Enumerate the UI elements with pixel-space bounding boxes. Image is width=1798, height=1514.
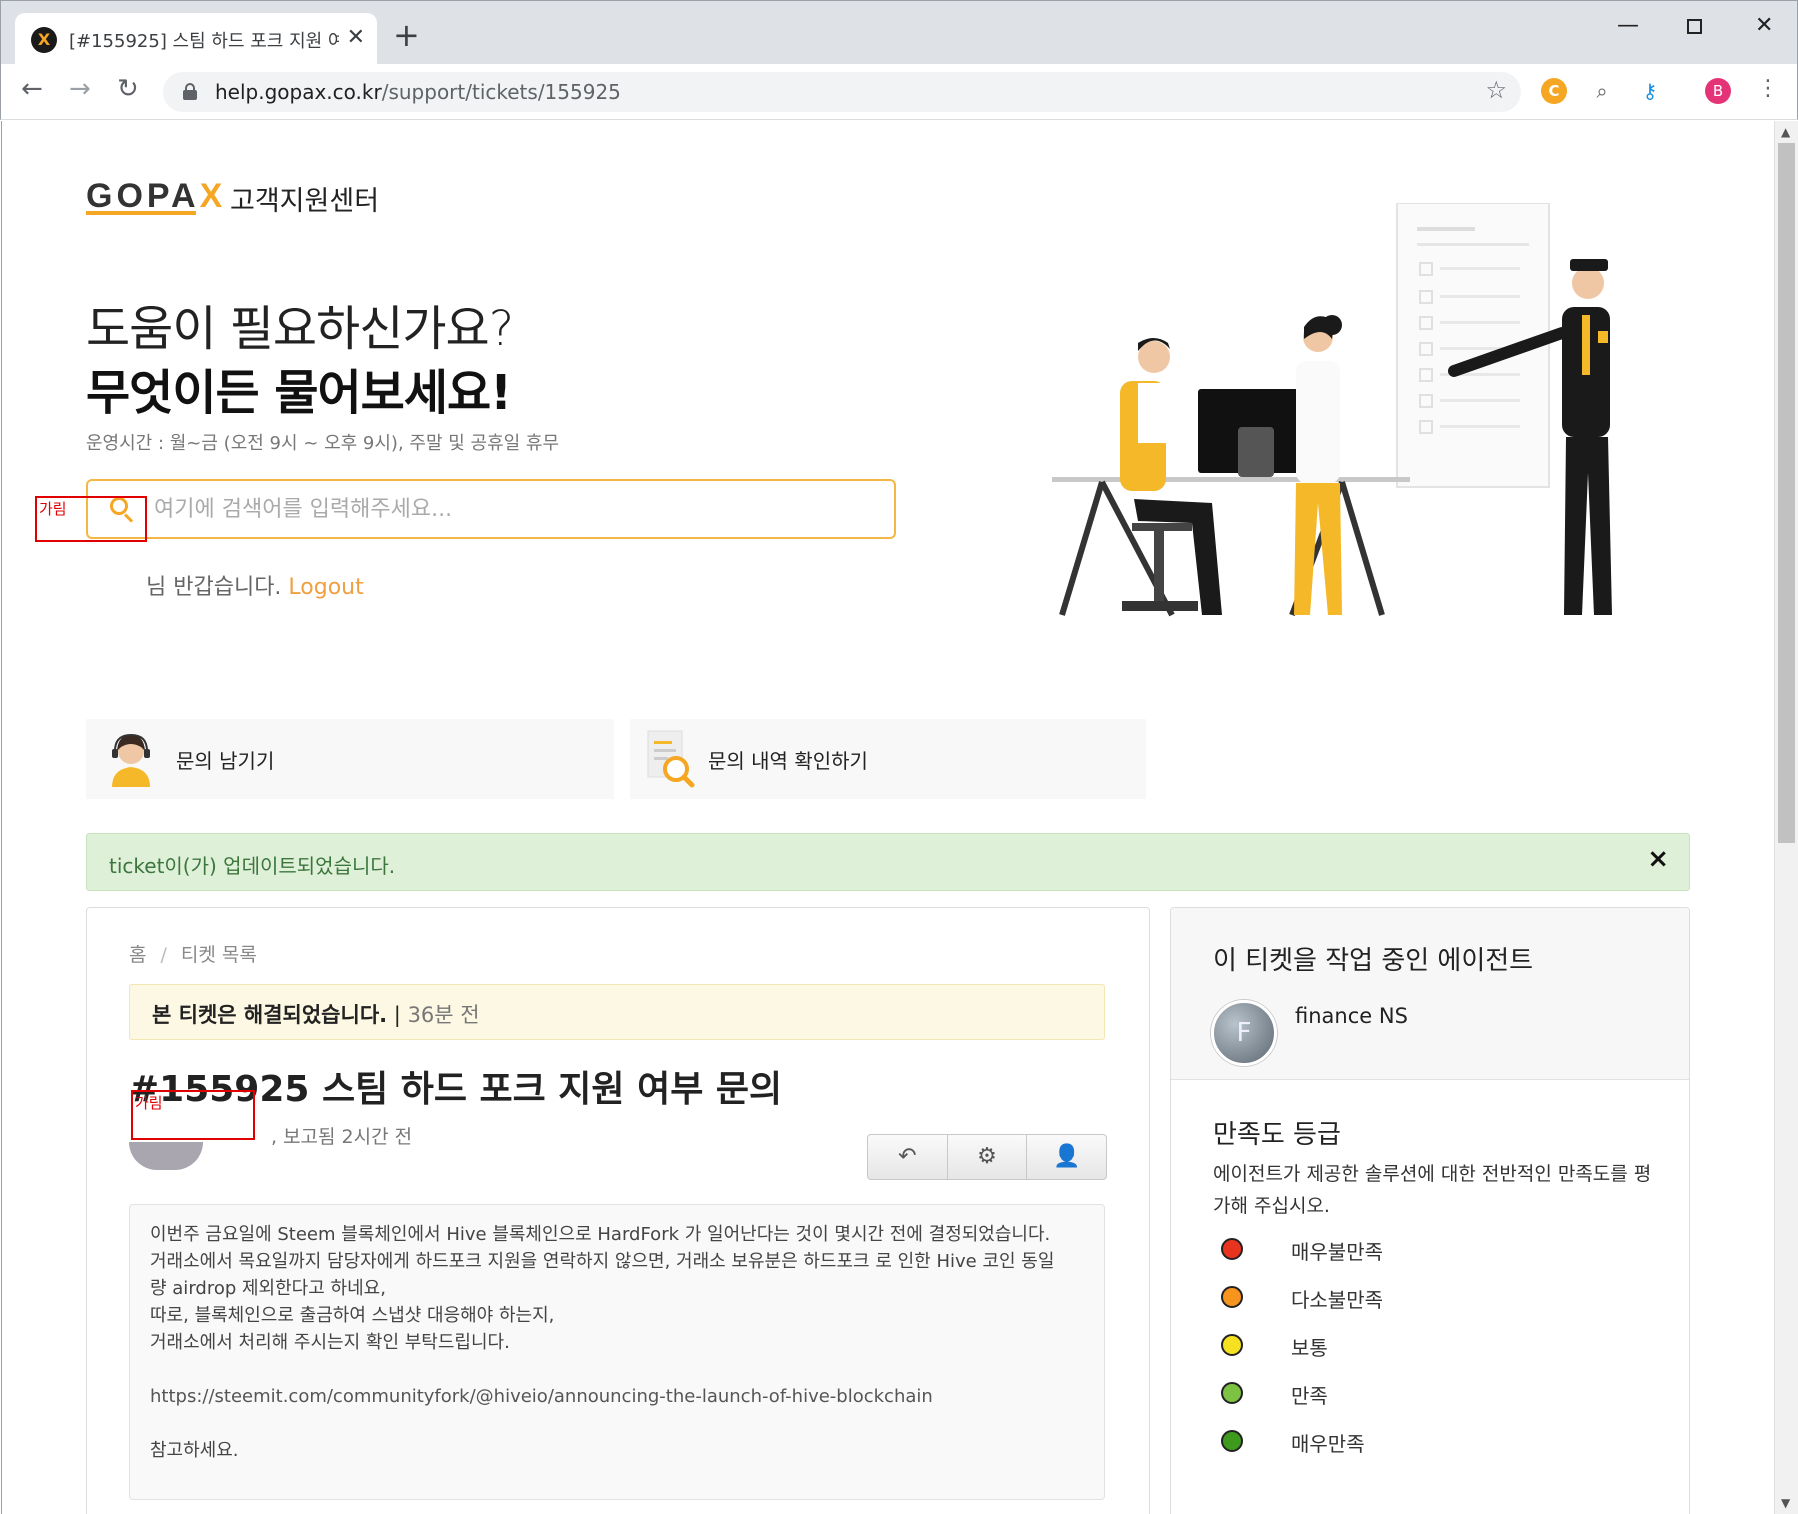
hero-line-2: 무엇이든 물어보세요!	[86, 365, 512, 421]
rating-description: 에이전트가 제공한 솔루션에 대한 전반적인 만족도를 평가해 주십시오.	[1213, 1163, 1652, 1217]
rating-dot	[1221, 1430, 1243, 1452]
rating-label: 만족	[1291, 1384, 1328, 1408]
forward-icon[interactable]: →	[69, 74, 91, 104]
new-request-card[interactable]: 문의 남기기	[86, 719, 614, 799]
hero-line-1: 도움이 필요하신가요?	[86, 301, 514, 357]
browser-toolbar: ← → ↻ help.gopax.co.kr/support/tickets/1…	[0, 64, 1798, 120]
menu-kebab-icon[interactable]: ⋮	[1757, 76, 1779, 101]
rating-label: 다소불만족	[1291, 1288, 1383, 1312]
ticket-meta: , 보고됨 2시간 전	[271, 1126, 413, 1148]
resolved-label: 본 티켓은 해결되었습니다.	[152, 1003, 388, 1027]
extension-c-icon[interactable]: C	[1541, 78, 1567, 104]
rating-label: 매우만족	[1291, 1432, 1365, 1456]
rating-dot	[1221, 1286, 1243, 1308]
lock-icon[interactable]	[183, 83, 197, 100]
resolved-time: 36분 전	[407, 1003, 480, 1027]
view-history-label: 문의 내역 확인하기	[708, 749, 868, 773]
hive-announcement-link[interactable]: https://steemit.com/communityfork/@hivei…	[150, 1386, 933, 1407]
new-request-label: 문의 남기기	[176, 749, 275, 773]
body-line: 따로, 블록체인으로 출금하여 스냅샷 대응해야 하는지,	[150, 1305, 555, 1326]
rating-label: 보통	[1291, 1336, 1328, 1360]
gopax-favicon-icon: X	[31, 27, 57, 53]
search-box	[86, 479, 896, 539]
reload-icon[interactable]: ↻	[117, 74, 139, 104]
requester-avatar	[129, 1142, 203, 1170]
redacted-requester: 가림	[131, 1090, 255, 1140]
resolve-button[interactable]: ⚙	[948, 1135, 1028, 1179]
rating-heading: 만족도 등급	[1213, 1120, 1341, 1150]
tab-title: [#155925] 스팀 하드 포크 지원 여부 문의	[69, 31, 339, 52]
breadcrumb-ticket-list[interactable]: 티켓 목록	[181, 944, 257, 966]
maximize-icon[interactable]	[1687, 15, 1702, 40]
page-content: GOPAX 고객지원센터 도움이 필요하신가요? 무엇이든 물어보세요! 운영시…	[1, 121, 1774, 1514]
page-scrollbar[interactable]: ▲ ▼	[1774, 121, 1798, 1514]
back-icon[interactable]: ←	[21, 74, 43, 104]
scroll-thumb[interactable]	[1778, 143, 1795, 843]
agent-panel: 이 티켓을 작업 중인 에이전트 F finance NS 만족도 등급 에이전…	[1170, 907, 1690, 1514]
ticket-action-buttons: ↶ ⚙ 👤	[867, 1134, 1107, 1180]
bookmark-star-icon[interactable]: ☆	[1485, 76, 1507, 104]
reply-button[interactable]: ↶	[868, 1135, 948, 1179]
rating-dot	[1221, 1382, 1243, 1404]
support-center-title: 고객지원센터	[230, 186, 380, 217]
ticket-body: 이번주 금요일에 Steem 블록체인에서 Hive 블록체인으로 HardFo…	[129, 1204, 1105, 1500]
support-illustration	[1052, 203, 1612, 617]
agent-heading: 이 티켓을 작업 중인 에이전트	[1213, 946, 1534, 976]
new-tab-icon[interactable]: +	[393, 19, 420, 51]
body-line: 량 airdrop 제외한다고 하네요,	[150, 1278, 386, 1299]
view-history-card[interactable]: 문의 내역 확인하기	[630, 719, 1146, 799]
rating-dot	[1221, 1238, 1243, 1260]
operating-hours: 운영시간 : 월~금 (오전 9시 ~ 오후 9시), 주말 및 공휴일 휴무	[86, 433, 560, 454]
browser-tab[interactable]: X [#155925] 스팀 하드 포크 지원 여부 문의 ✕	[15, 13, 377, 65]
greeting: 님 반갑습니다. Logout	[146, 575, 364, 600]
breadcrumb: 홈 / 티켓 목록	[129, 940, 257, 967]
breadcrumb-home[interactable]: 홈	[129, 944, 146, 966]
alert-message: ticket이(가) 업데이트되었습니다.	[109, 854, 396, 878]
resolved-separator: |	[387, 1003, 408, 1027]
key-extension-icon[interactable]: ⚷	[1637, 78, 1663, 104]
body-line: 이번주 금요일에 Steem 블록체인에서 Hive 블록체인으로 HardFo…	[150, 1224, 1051, 1245]
add-person-icon: 👤	[1052, 1144, 1081, 1169]
ticket-panel: 홈 / 티켓 목록 본 티켓은 해결되었습니다. | 36분 전 #155925 스…	[86, 907, 1150, 1514]
logout-link[interactable]: Logout	[288, 575, 363, 600]
minimize-icon[interactable]: —	[1617, 13, 1639, 38]
agent-header: 이 티켓을 작업 중인 에이전트 F finance NS	[1171, 908, 1689, 1080]
agent-avatar: F	[1211, 1000, 1277, 1066]
search-extension-icon[interactable]: ⌕	[1589, 78, 1615, 104]
scroll-up-icon[interactable]: ▲	[1781, 125, 1790, 139]
logo-underline	[86, 211, 196, 215]
breadcrumb-separator: /	[160, 944, 167, 966]
alert-close-icon[interactable]: ×	[1647, 844, 1669, 874]
url-text[interactable]: help.gopax.co.kr/support/tickets/155925	[215, 80, 621, 104]
resolved-notice: 본 티켓은 해결되었습니다. | 36분 전	[129, 984, 1105, 1040]
update-alert: ticket이(가) 업데이트되었습니다. ×	[86, 833, 1690, 891]
window-close-icon[interactable]: ✕	[1755, 13, 1773, 38]
scroll-down-icon[interactable]: ▼	[1781, 1496, 1790, 1510]
document-search-icon	[647, 730, 695, 788]
address-bar[interactable]: help.gopax.co.kr/support/tickets/155925 …	[163, 72, 1521, 112]
agent-name: finance NS	[1295, 1004, 1408, 1028]
body-line: 거래소에서 처리해 주시는지 확인 부탁드립니다.	[150, 1332, 510, 1353]
check-gear-icon: ⚙	[977, 1144, 997, 1169]
redacted-username: 가림	[35, 496, 147, 542]
body-line: 거래소에서 목요일까지 담당자에게 하드포크 지원을 연락하지 않으면, 거래소…	[150, 1251, 1055, 1272]
body-closing: 참고하세요.	[150, 1440, 239, 1461]
profile-avatar[interactable]: B	[1705, 78, 1731, 104]
tab-close-icon[interactable]: ✕	[347, 25, 365, 50]
rating-label: 매우불만족	[1291, 1240, 1383, 1264]
search-input[interactable]	[154, 491, 874, 527]
support-agent-icon	[112, 733, 150, 787]
rating-dot	[1221, 1334, 1243, 1356]
reply-icon: ↶	[898, 1144, 917, 1169]
add-cc-button[interactable]: 👤	[1027, 1135, 1106, 1179]
browser-tab-bar: X [#155925] 스팀 하드 포크 지원 여부 문의 ✕ + — ✕	[0, 0, 1798, 65]
